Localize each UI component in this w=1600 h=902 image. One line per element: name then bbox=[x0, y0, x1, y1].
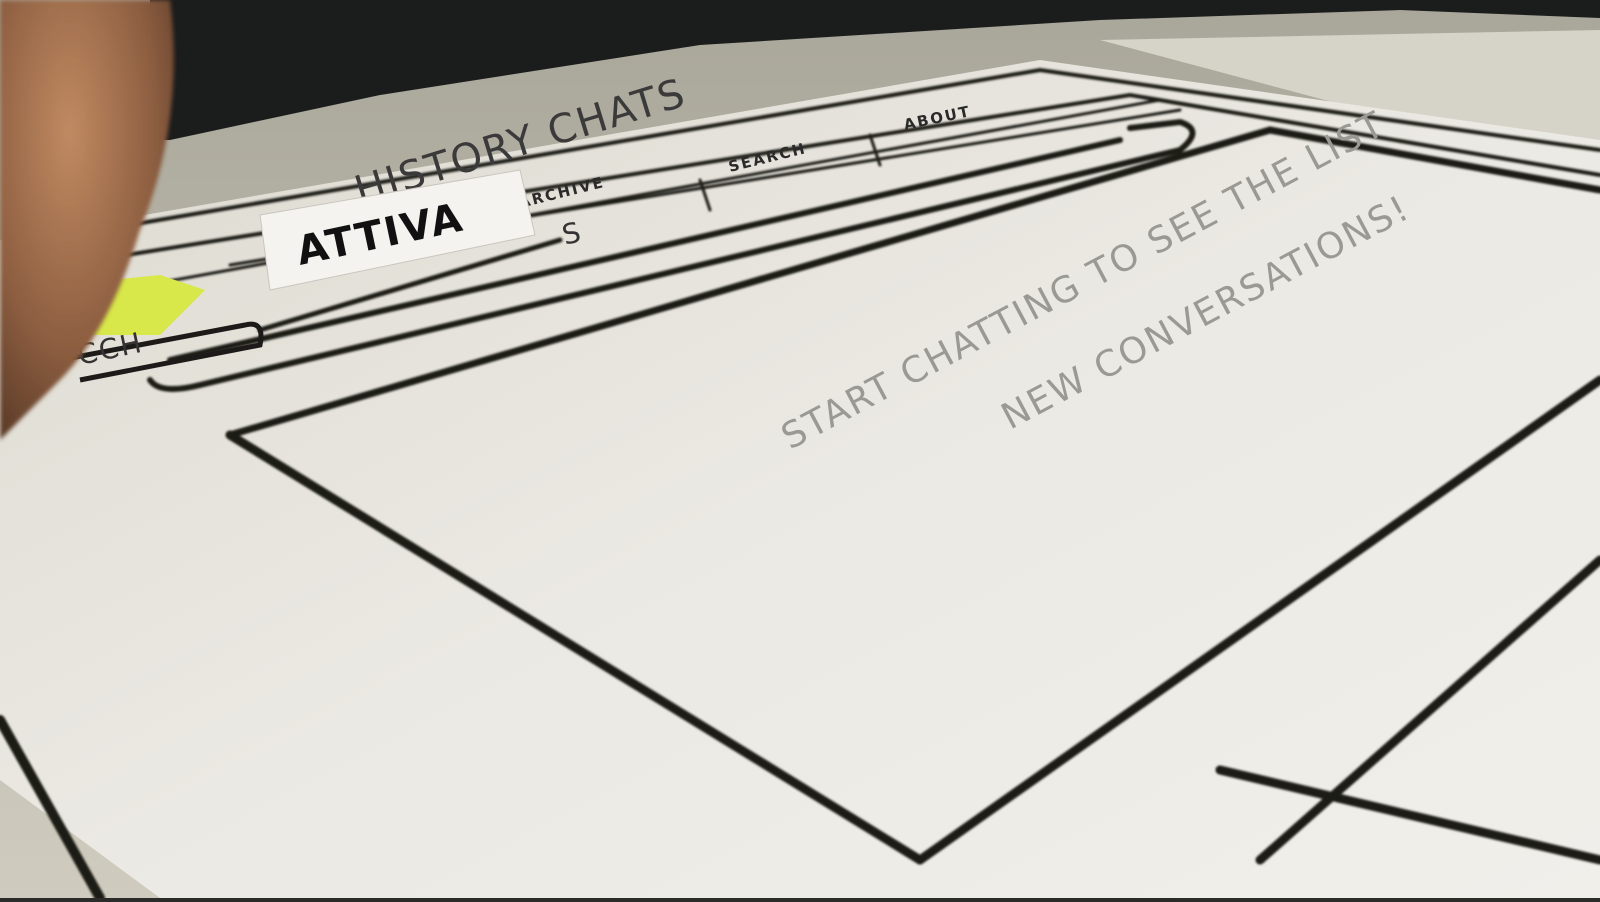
photo-scene: HISTORY CHATS ARCHIVE SEARCH ABOUT ATTIV… bbox=[0, 0, 1600, 902]
paper-prototype-photo: HISTORY CHATS ARCHIVE SEARCH ABOUT ATTIV… bbox=[0, 0, 1600, 902]
